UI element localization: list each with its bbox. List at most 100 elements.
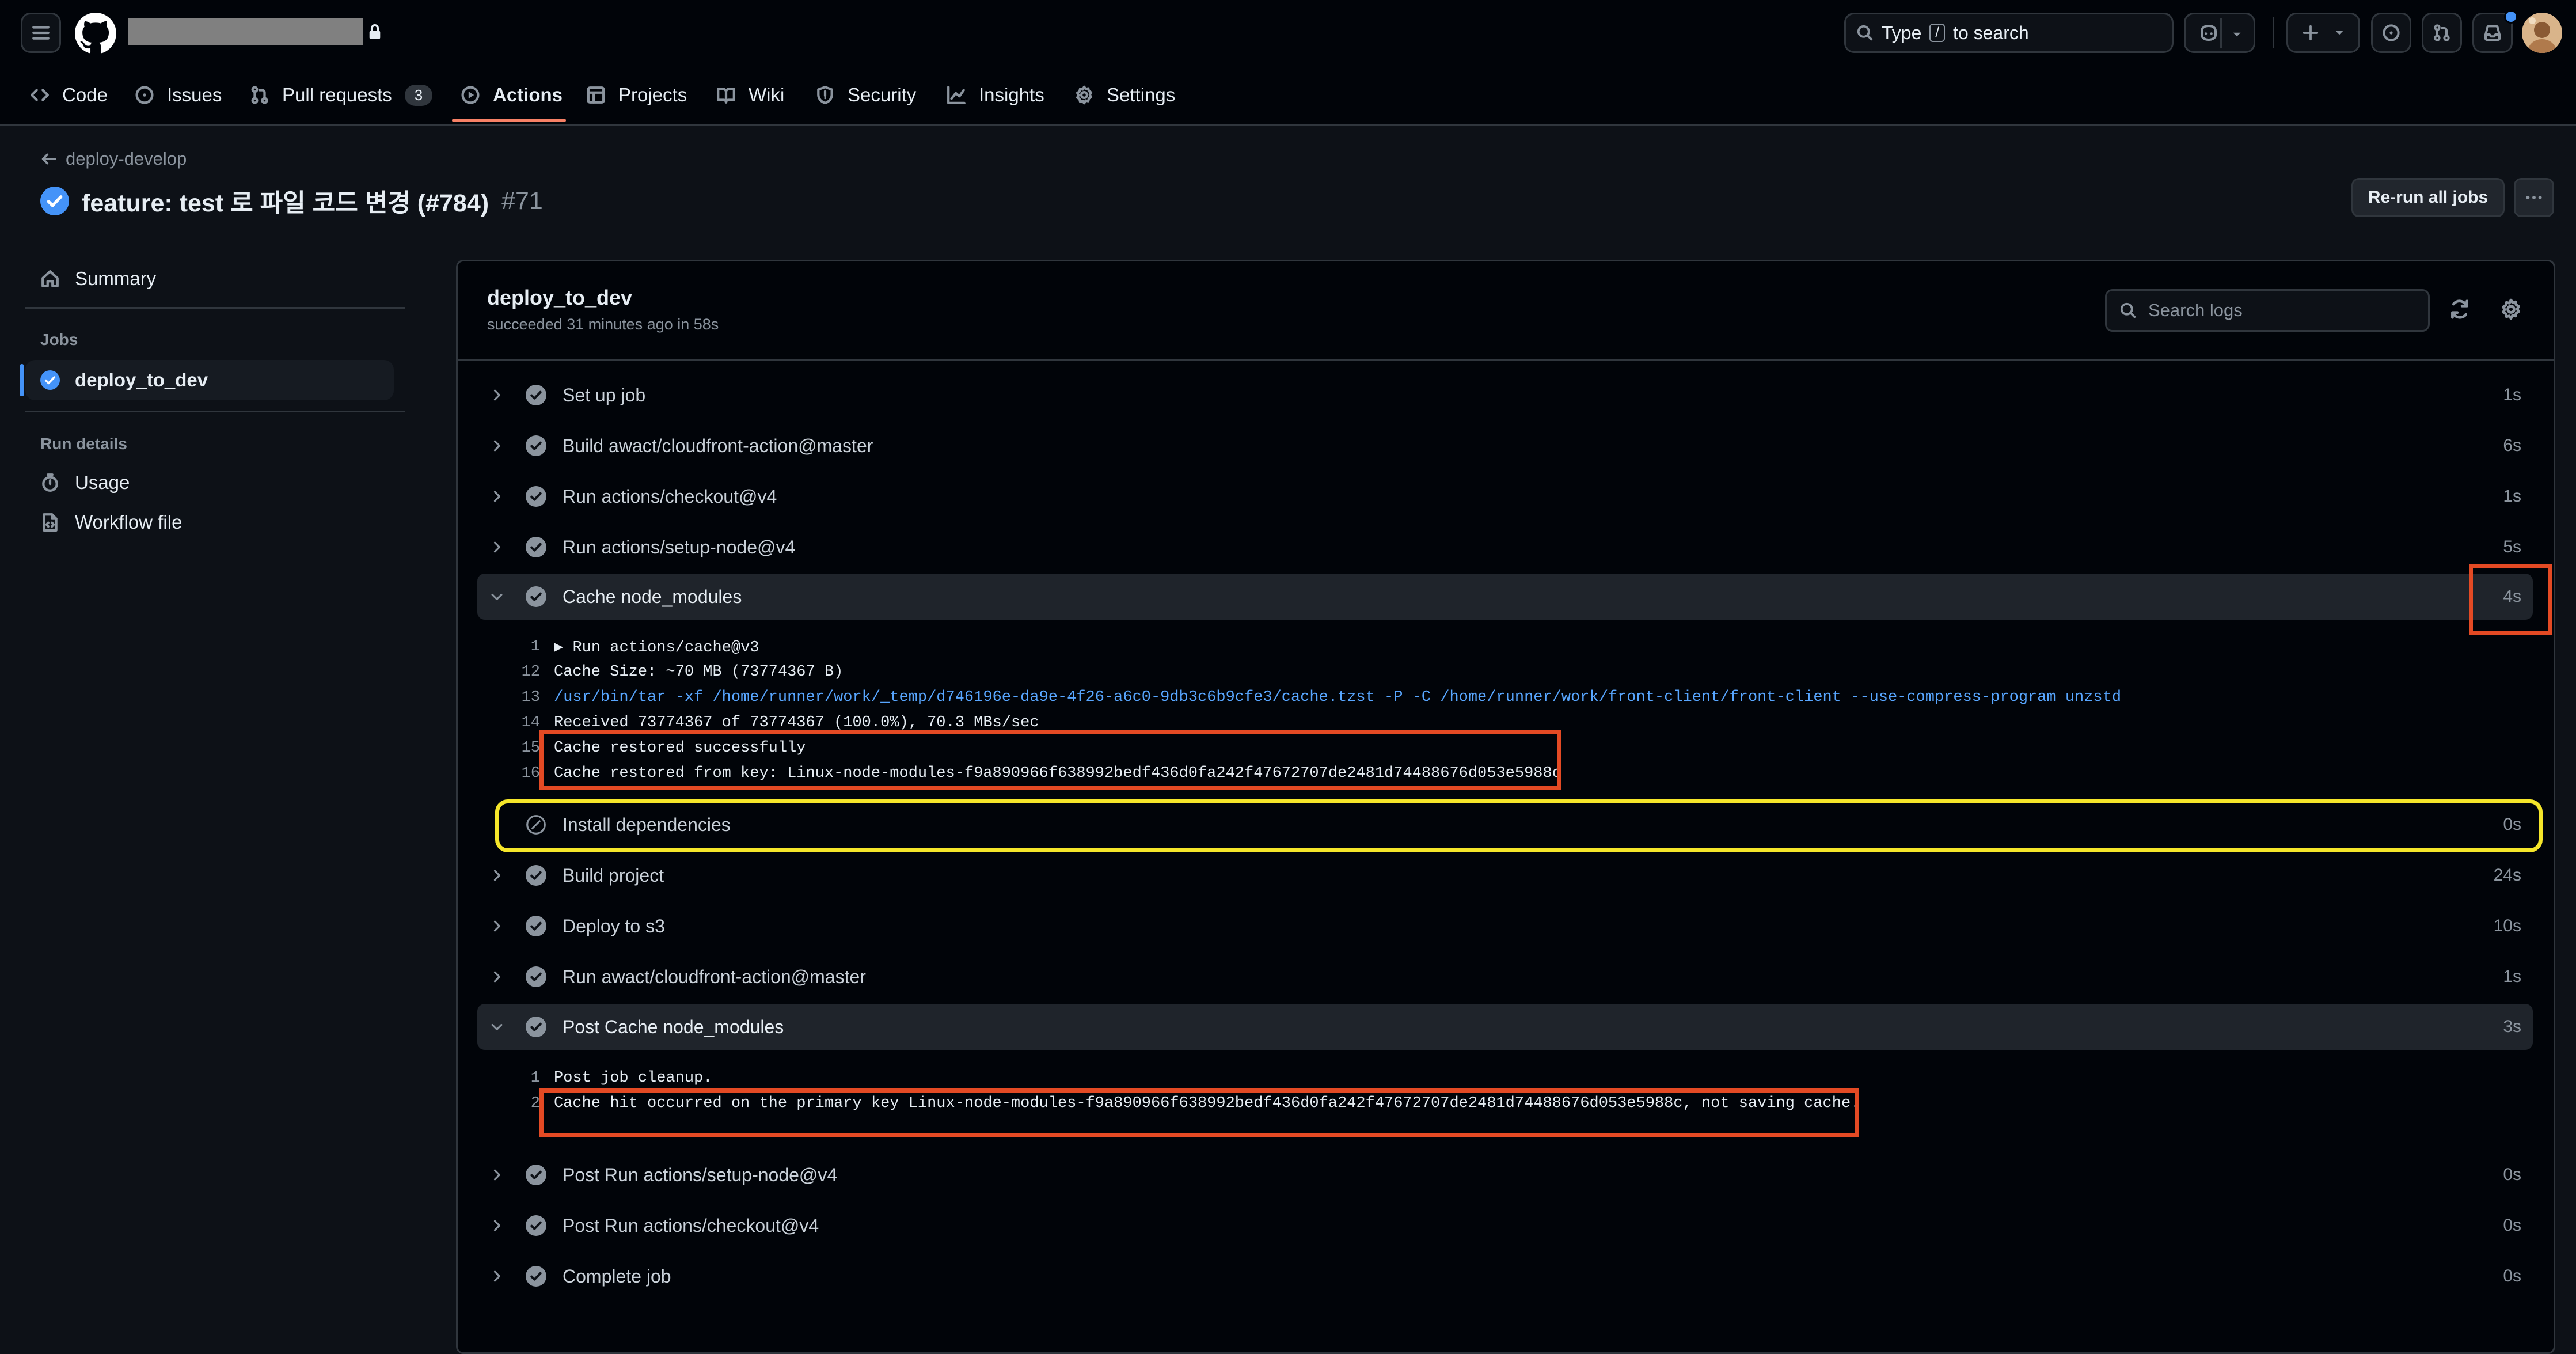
step-duration: 5s [2503, 537, 2521, 556]
sidebar-label: Summary [75, 268, 157, 289]
tab-settings[interactable]: Settings [1074, 78, 1175, 112]
step-row[interactable]: Run actions/checkout@v4 1s [477, 473, 2533, 519]
tab-label: Pull requests [282, 84, 392, 105]
chevron-right-icon [489, 488, 516, 505]
play-icon [461, 85, 480, 105]
step-duration: 0s [2503, 1216, 2521, 1235]
step-duration: 1s [2503, 487, 2521, 506]
step-duration: 10s [2493, 916, 2521, 935]
job-status: succeeded 31 minutes ago in 58s [487, 316, 719, 333]
step-row[interactable]: Post Run actions/checkout@v4 0s [477, 1203, 2533, 1249]
step-row[interactable]: Build project 24s [477, 852, 2533, 898]
step-row[interactable]: Deploy to s3 10s [477, 903, 2533, 949]
copilot-button[interactable] [2184, 13, 2255, 53]
more-options-button[interactable] [2514, 178, 2554, 217]
run-details-heading: Run details [40, 435, 127, 453]
log-line: 1 ▶ Run actions/cache@v3 [530, 638, 759, 657]
sidebar-label: Workflow file [75, 511, 183, 533]
issue-icon [2382, 24, 2400, 42]
file-code-icon [40, 513, 60, 532]
menu-button[interactable] [21, 13, 61, 53]
pull-request-count-badge: 3 [404, 84, 433, 106]
sidebar-item-job-deploy-to-dev[interactable]: deploy_to_dev [25, 360, 394, 400]
search-logs-input[interactable]: Search logs [2105, 289, 2430, 332]
sidebar-item-usage[interactable]: Usage [25, 462, 394, 503]
tab-label: Settings [1107, 84, 1176, 105]
sidebar-label: Usage [75, 472, 130, 493]
chevron-right-icon [489, 539, 516, 555]
notification-dot [2504, 10, 2518, 24]
tab-projects[interactable]: Projects [586, 78, 687, 112]
check-circle-icon [526, 966, 546, 987]
check-circle-icon [526, 1215, 546, 1236]
issues-button[interactable] [2371, 13, 2411, 53]
tab-code[interactable]: Code [30, 78, 108, 112]
step-row[interactable]: Run awact/cloudfront-action@master 1s [477, 954, 2533, 1000]
step-name: Post Cache node_modules [563, 1016, 784, 1037]
sidebar-item-workflow-file[interactable]: Workflow file [25, 502, 394, 543]
tab-issues[interactable]: Issues [135, 78, 222, 112]
check-circle-icon [526, 385, 546, 405]
step-duration: 6s [2503, 436, 2521, 455]
plus-icon [2302, 24, 2319, 41]
rerun-all-jobs-button[interactable]: Re-run all jobs [2351, 178, 2505, 217]
step-name: Run actions/setup-node@v4 [563, 536, 796, 557]
chevron-right-icon [489, 867, 516, 883]
step-row[interactable]: Post Run actions/setup-node@v4 0s [477, 1152, 2533, 1198]
log-line: 1 Post job cleanup. [530, 1069, 713, 1087]
gear-icon[interactable] [2500, 298, 2522, 320]
top-bar: Type / to search Code Issues Pull reques… [0, 0, 2576, 126]
stopwatch-icon [40, 473, 60, 492]
pull-requests-button[interactable] [2422, 13, 2462, 53]
step-row[interactable]: Cache node_modules 4s [477, 574, 2533, 620]
tab-label: Code [62, 84, 108, 105]
annotation-highlight-duration [2469, 564, 2552, 635]
tab-pull-requests[interactable]: Pull requests 3 [250, 78, 433, 112]
avatar[interactable] [2522, 13, 2562, 53]
panel-header-divider [458, 359, 2554, 361]
step-row[interactable]: Build awact/cloudfront-action@master 6s [477, 423, 2533, 469]
chevron-down-icon [489, 589, 516, 605]
job-name: deploy_to_dev [487, 286, 633, 309]
check-circle-icon [526, 865, 546, 886]
annotation-highlight-cache-restored [539, 730, 1561, 790]
step-duration: 0s [2503, 1165, 2521, 1184]
home-icon [40, 269, 60, 289]
tab-security[interactable]: Security [815, 78, 916, 112]
global-search-input[interactable]: Type / to search [1844, 13, 2174, 53]
chevron-right-icon [489, 969, 516, 985]
check-circle-icon [526, 537, 546, 557]
step-row[interactable]: Complete job 0s [477, 1253, 2533, 1299]
check-circle-icon [526, 1017, 546, 1037]
refresh-icon[interactable] [2449, 298, 2471, 320]
step-name: Complete job [563, 1265, 671, 1287]
tab-insights[interactable]: Insights [947, 78, 1044, 112]
tab-wiki[interactable]: Wiki [716, 78, 784, 112]
tab-label: Security [848, 84, 917, 105]
repository-name-redacted[interactable] [128, 18, 363, 45]
create-new-button[interactable] [2286, 13, 2360, 53]
step-duration: 3s [2503, 1017, 2521, 1036]
page-title: feature: test 로 파일 코드 변경 (#784) #71 [40, 183, 543, 219]
header-divider [2273, 17, 2274, 48]
step-row[interactable]: Post Cache node_modules 3s [477, 1004, 2533, 1050]
inbox-icon [2483, 24, 2502, 42]
book-icon [716, 85, 736, 105]
hamburger-icon [31, 23, 51, 43]
chevron-down-icon [2229, 27, 2244, 42]
step-name: Post Run actions/setup-node@v4 [563, 1164, 838, 1185]
tab-label: Issues [167, 84, 222, 105]
check-circle-icon [526, 1165, 546, 1185]
sidebar-label: deploy_to_dev [75, 369, 208, 390]
github-logo-icon[interactable] [75, 13, 116, 54]
tab-actions[interactable]: Actions [461, 78, 563, 112]
chevron-right-icon [489, 1218, 516, 1234]
arrow-left-icon [40, 150, 58, 168]
chevron-right-icon [489, 387, 516, 403]
step-row[interactable]: Run actions/setup-node@v4 5s [477, 524, 2533, 570]
workflow-name: deploy-develop [66, 149, 187, 169]
step-row[interactable]: Set up job 1s [477, 372, 2533, 418]
run-number: #71 [501, 187, 543, 215]
back-to-workflow-link[interactable]: deploy-develop [40, 149, 187, 169]
sidebar-item-summary[interactable]: Summary [25, 259, 394, 299]
